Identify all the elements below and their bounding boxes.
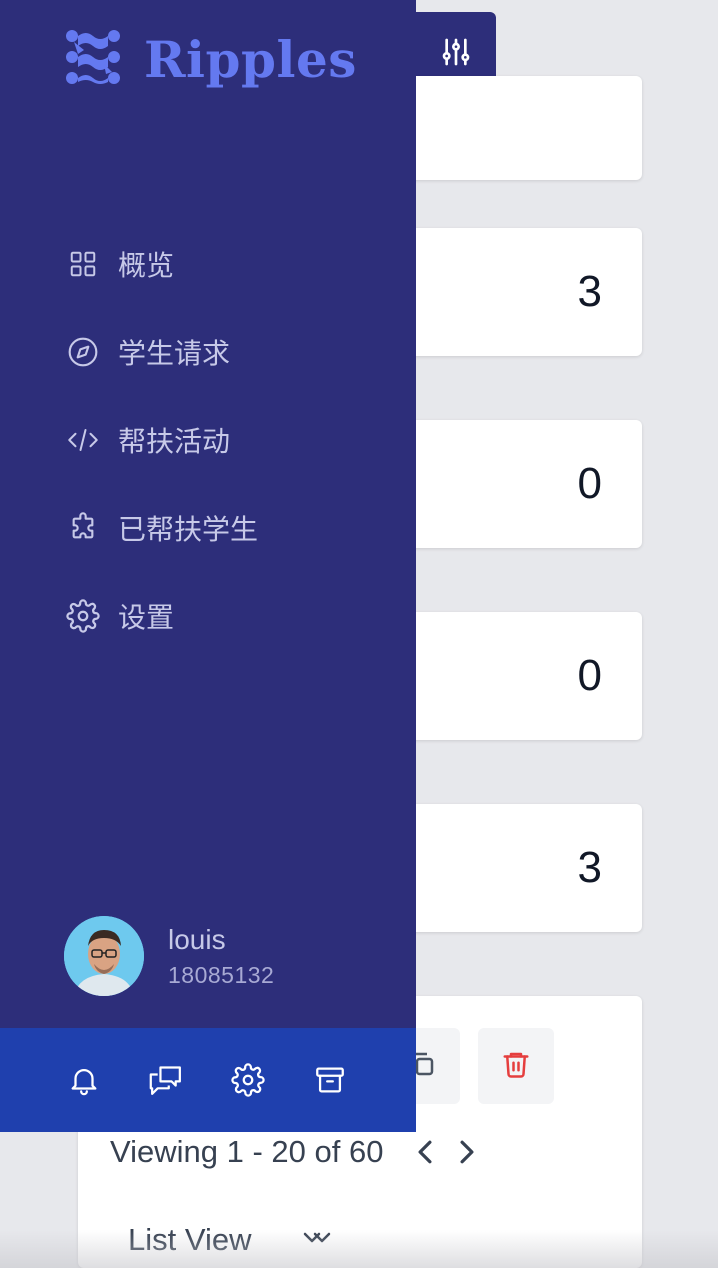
sidebar-item-overview[interactable]: 概览 (66, 242, 258, 286)
view-mode-select[interactable]: List View (128, 1222, 332, 1258)
user-id: 18085132 (168, 961, 275, 988)
next-page-button[interactable] (453, 1138, 481, 1166)
sliders-icon (440, 36, 472, 73)
view-mode-label: List View (128, 1222, 252, 1257)
archive-icon[interactable] (312, 1062, 348, 1098)
code-icon (66, 423, 100, 457)
sidebar-item-label: 设置 (118, 602, 175, 633)
user-name: louis (168, 923, 226, 955)
sidebar-nav: 概览 学生请求 帮扶活动 已帮扶学生 设置 (66, 242, 258, 682)
chat-icon[interactable] (148, 1062, 184, 1098)
sidebar-item-helped-students[interactable]: 已帮扶学生 (66, 506, 258, 550)
sidebar-item-settings[interactable]: 设置 (66, 594, 258, 638)
chevron-right-icon (460, 1140, 474, 1164)
puzzle-icon (66, 511, 100, 545)
pagination-text: Viewing 1 - 20 of 60 (110, 1134, 384, 1169)
sidebar-item-student-requests[interactable]: 学生请求 (66, 330, 258, 374)
sidebar-drawer: Ripples 概览 学生请求 帮扶活动 已帮扶学生 设置 louis 1808… (0, 0, 416, 1132)
brand-name: Ripples (144, 30, 357, 89)
sidebar-item-label: 帮扶活动 (118, 426, 231, 457)
stat-value: 0 (577, 651, 602, 700)
gear-icon[interactable] (230, 1062, 266, 1098)
stat-value: 3 (577, 843, 602, 892)
trash-icon (501, 1049, 531, 1084)
compass-icon (66, 335, 100, 369)
sidebar-item-activities[interactable]: 帮扶活动 (66, 418, 258, 462)
grid-icon (66, 247, 100, 281)
avatar (64, 916, 144, 996)
user-profile[interactable]: louis 18085132 (64, 916, 274, 996)
gear-icon (66, 599, 100, 633)
pagination: Viewing 1 - 20 of 60 (110, 1134, 481, 1170)
brand-logo[interactable]: Ripples (64, 28, 357, 91)
stat-value: 0 (577, 459, 602, 508)
chevron-double-down-icon (302, 1222, 332, 1258)
sidebar-item-label: 概览 (118, 250, 175, 281)
ripples-logo-icon (64, 28, 122, 91)
delete-button[interactable] (478, 1028, 554, 1104)
sidebar-item-label: 已帮扶学生 (118, 514, 259, 545)
sidebar-item-label: 学生请求 (118, 338, 231, 369)
stat-value: 3 (577, 267, 602, 316)
sidebar-footer (0, 1028, 416, 1132)
bell-icon[interactable] (66, 1062, 102, 1098)
prev-page-button[interactable] (411, 1138, 439, 1166)
chevron-left-icon (418, 1140, 432, 1164)
